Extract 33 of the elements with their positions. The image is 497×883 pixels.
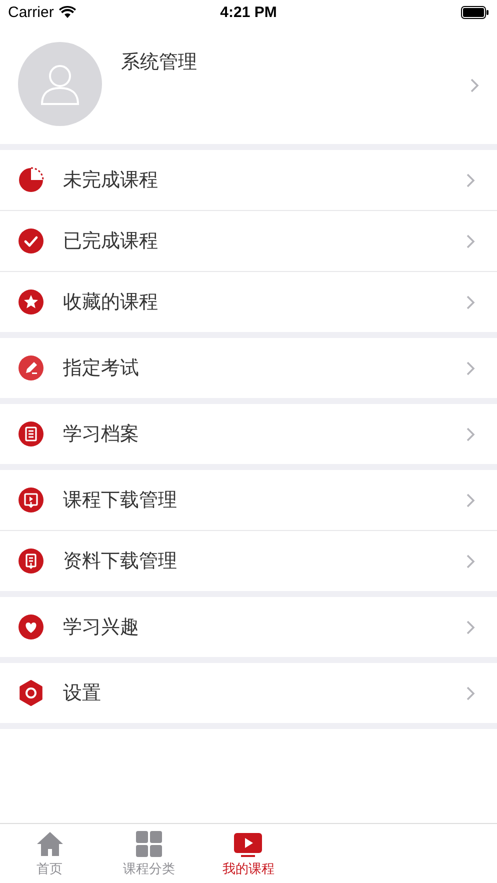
video-download-icon bbox=[18, 487, 44, 513]
person-icon bbox=[40, 63, 80, 105]
menu-item[interactable]: 未完成课程 bbox=[0, 150, 497, 210]
pie-chart-icon bbox=[18, 167, 44, 193]
menu-item[interactable]: 已完成课程 bbox=[0, 210, 497, 271]
chevron-icon bbox=[466, 294, 475, 310]
menu-item[interactable]: 课程下载管理 bbox=[0, 470, 497, 530]
chevron-icon bbox=[466, 620, 475, 634]
document-download-icon bbox=[18, 548, 44, 574]
battery-icon bbox=[461, 6, 489, 18]
settings-icon bbox=[18, 680, 44, 706]
chevron-icon bbox=[466, 686, 475, 700]
grid-icon bbox=[134, 830, 164, 858]
chevron-icon bbox=[466, 234, 475, 248]
menu-item[interactable]: 学习兴趣 bbox=[0, 597, 497, 657]
home-icon bbox=[34, 830, 65, 858]
check-icon bbox=[18, 228, 44, 254]
user-name: 系统管理 bbox=[121, 50, 198, 75]
menu-item[interactable]: 设置 bbox=[0, 663, 497, 723]
chevron-icon bbox=[470, 78, 479, 93]
chevron-icon bbox=[466, 554, 475, 568]
chevron-icon bbox=[466, 426, 475, 442]
pencil-icon bbox=[18, 355, 44, 381]
chevron-icon bbox=[466, 172, 475, 188]
document-icon bbox=[18, 421, 44, 447]
status-time: 4:21 PM bbox=[220, 4, 277, 20]
menu-item[interactable]: 指定考试 bbox=[0, 338, 497, 398]
tab-item[interactable]: 我的课程 bbox=[198, 824, 298, 883]
menu-item[interactable]: 学习档案 bbox=[0, 404, 497, 464]
wifi-icon bbox=[58, 6, 76, 18]
carrier-name: Carrier bbox=[8, 4, 54, 20]
chevron-icon bbox=[466, 492, 475, 508]
chevron-icon bbox=[466, 360, 475, 376]
